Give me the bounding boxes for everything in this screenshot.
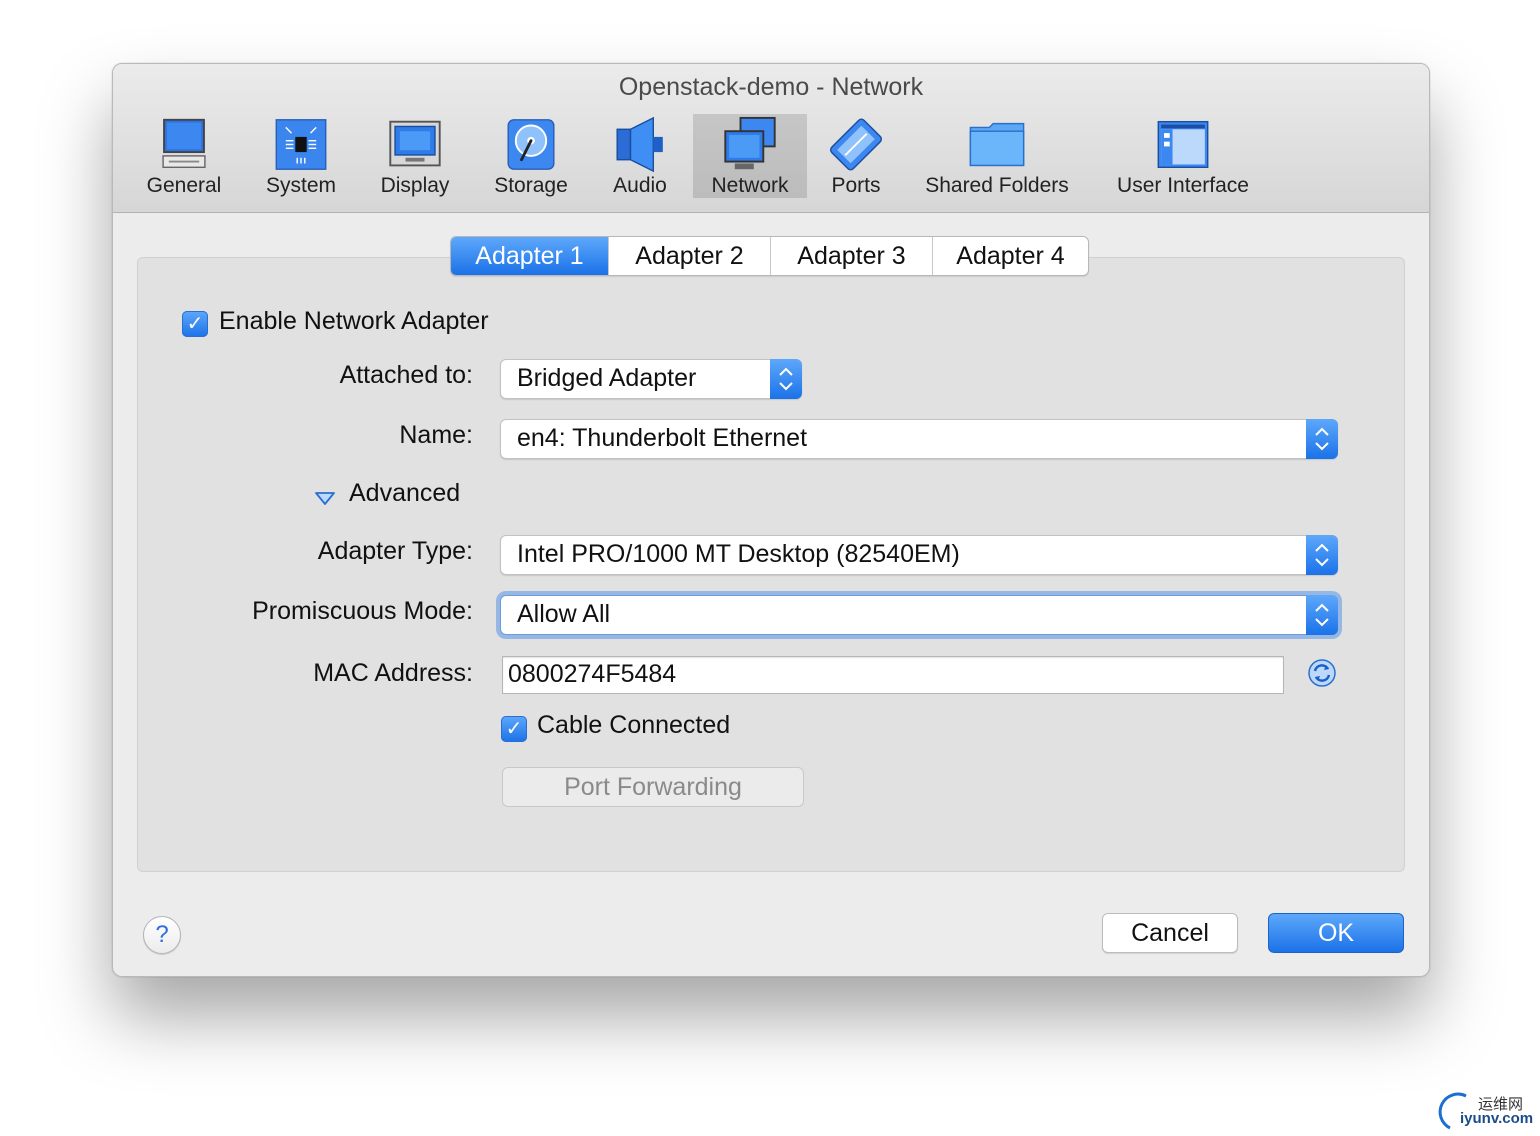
settings-dialog: Openstack-demo - Network General System … <box>112 63 1430 977</box>
toolbar-ports-label: Ports <box>831 174 881 197</box>
toolbar-general[interactable]: General <box>143 114 225 198</box>
enable-adapter-label: Enable Network Adapter <box>219 307 489 335</box>
name-select[interactable]: en4: Thunderbolt Ethernet <box>500 419 1338 459</box>
checkmark-icon: ✓ <box>505 718 523 740</box>
refresh-icon <box>1308 659 1336 687</box>
title-toolbar-area: Openstack-demo - Network General System … <box>113 64 1429 213</box>
toolbar-display[interactable]: Display <box>375 114 455 198</box>
toolbar-storage[interactable]: Storage <box>489 114 573 198</box>
advanced-disclosure-toggle[interactable] <box>313 488 337 508</box>
toolbar-network-label: Network <box>711 174 789 197</box>
attached-to-select[interactable]: Bridged Adapter <box>500 359 802 399</box>
cable-connected-label: Cable Connected <box>537 711 731 739</box>
tab-adapter-4[interactable]: Adapter 4 <box>933 237 1088 275</box>
triangle-down-icon <box>315 492 335 505</box>
toolbar-user-interface[interactable]: User Interface <box>1113 114 1253 198</box>
adapter-tabs: Adapter 1 Adapter 2 Adapter 3 Adapter 4 <box>450 236 1089 276</box>
select-arrows <box>770 359 802 399</box>
toolbar-storage-label: Storage <box>494 174 568 197</box>
adapter-type-value: Intel PRO/1000 MT Desktop (82540EM) <box>517 540 960 568</box>
watermark-en-text: iyunv.com <box>1460 1110 1534 1127</box>
attached-to-value: Bridged Adapter <box>517 364 697 392</box>
toolbar-system-label: System <box>265 174 336 197</box>
attached-to-label: Attached to: <box>339 361 473 389</box>
advanced-label: Advanced <box>349 479 461 507</box>
select-arrows <box>1306 535 1338 575</box>
window-title: Openstack-demo - Network <box>618 73 924 101</box>
chevron-updown-icon <box>1315 603 1329 627</box>
toolbar-shared-folders-label: Shared Folders <box>925 174 1069 197</box>
toolbar-user-interface-label: User Interface <box>1117 174 1249 197</box>
regenerate-mac-button[interactable] <box>1307 658 1337 688</box>
port-forwarding-button[interactable]: Port Forwarding <box>502 767 804 807</box>
help-button[interactable]: ? <box>143 916 181 954</box>
tab-adapter-1[interactable]: Adapter 1 <box>451 237 609 275</box>
cancel-button[interactable]: Cancel <box>1102 913 1238 953</box>
toolbar-general-label: General <box>146 174 222 197</box>
chevron-updown-icon <box>1315 543 1329 567</box>
promiscuous-mode-label: Promiscuous Mode: <box>252 597 473 625</box>
toolbar-ports[interactable]: Ports <box>821 114 891 198</box>
monitor-computer-icon <box>162 118 206 169</box>
toolbar-audio-label: Audio <box>613 174 667 197</box>
toolbar-audio[interactable]: Audio <box>605 114 675 198</box>
tab-adapter-3[interactable]: Adapter 3 <box>771 237 933 275</box>
enable-adapter-checkbox[interactable]: ✓ <box>182 311 208 337</box>
mac-address-label: MAC Address: <box>313 659 473 687</box>
tab-adapter-2[interactable]: Adapter 2 <box>609 237 771 275</box>
chip-board-icon <box>275 119 327 170</box>
chevron-updown-icon <box>779 367 793 391</box>
chevron-updown-icon <box>1315 427 1329 451</box>
toolbar-display-label: Display <box>380 174 450 197</box>
select-arrows <box>1306 595 1338 635</box>
name-value: en4: Thunderbolt Ethernet <box>517 424 808 452</box>
mac-address-field[interactable]: 0800274F5484 <box>502 656 1284 694</box>
hard-disk-icon <box>507 119 555 170</box>
adapter-type-label: Adapter Type: <box>317 537 473 565</box>
checkmark-icon: ✓ <box>186 313 204 335</box>
mac-address-value: 0800274F5484 <box>508 660 677 688</box>
promiscuous-mode-value: Allow All <box>517 600 611 628</box>
toolbar-system[interactable]: System <box>258 114 344 198</box>
network-monitors-icon <box>724 116 776 170</box>
speaker-icon <box>616 116 663 173</box>
toolbar-network[interactable]: Network <box>693 114 807 198</box>
adapter-type-select[interactable]: Intel PRO/1000 MT Desktop (82540EM) <box>500 535 1338 575</box>
window-layout-icon <box>1157 120 1209 169</box>
watermark-logo: 运维网 iyunv.com <box>1436 1086 1536 1134</box>
name-label: Name: <box>399 421 473 449</box>
cable-connected-checkbox[interactable]: ✓ <box>501 716 527 742</box>
folder-icon <box>969 122 1025 167</box>
toolbar-shared-folders[interactable]: Shared Folders <box>919 114 1075 198</box>
select-arrows <box>1306 419 1338 459</box>
serial-port-icon <box>829 118 883 171</box>
ok-button[interactable]: OK <box>1268 913 1404 953</box>
display-monitor-icon <box>389 120 441 167</box>
promiscuous-mode-select[interactable]: Allow All <box>500 595 1338 635</box>
